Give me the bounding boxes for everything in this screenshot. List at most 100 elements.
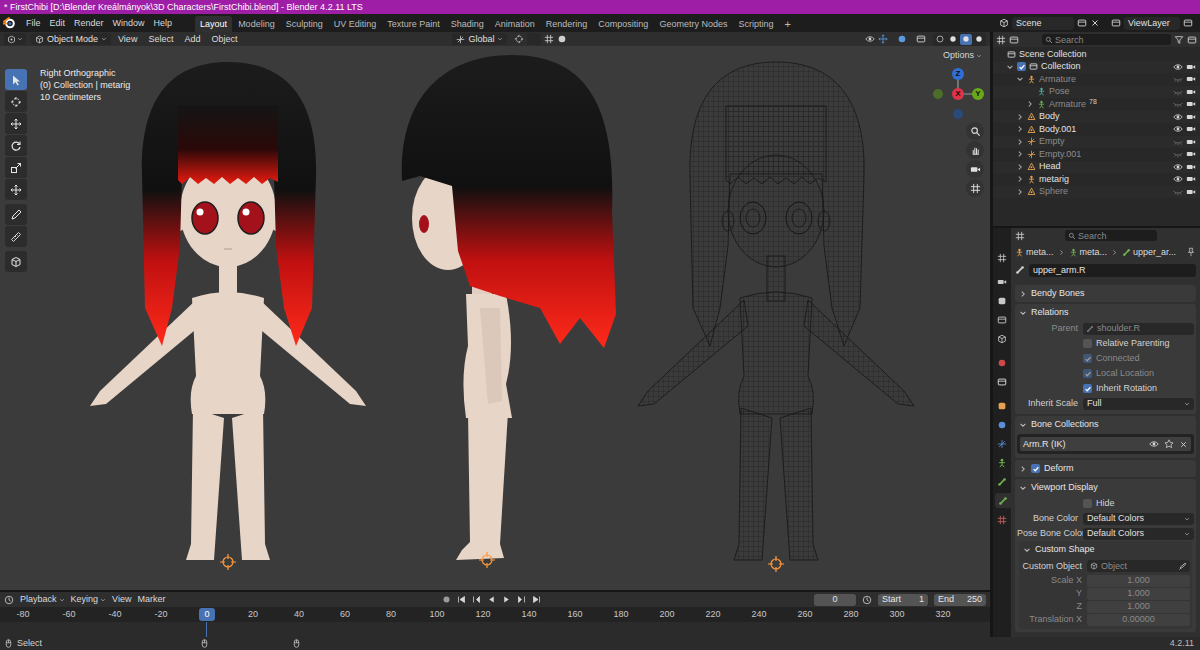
add-workspace-button[interactable]: + — [779, 16, 795, 32]
camera-icon[interactable] — [1186, 99, 1196, 109]
tool-button[interactable] — [5, 179, 27, 200]
properties-tab[interactable] — [994, 331, 1010, 346]
viewport[interactable]: Object ModeViewSelectAddObjectGlobal — [0, 32, 990, 590]
properties-tab[interactable] — [994, 512, 1010, 527]
navigation-button[interactable] — [966, 179, 984, 197]
eye-icon[interactable] — [1173, 174, 1183, 184]
properties-tab[interactable] — [994, 312, 1010, 327]
checkbox-field[interactable]: Hide — [1083, 499, 1115, 508]
viewport-menu[interactable]: Select — [144, 35, 177, 44]
eye-closed-icon[interactable] — [1173, 74, 1183, 84]
tool-button[interactable] — [5, 135, 27, 156]
collapse-arrow-icon[interactable] — [1006, 63, 1014, 71]
tool-button[interactable] — [5, 91, 27, 112]
gizmo-axis[interactable]: Y — [972, 88, 984, 100]
clock-icon[interactable] — [4, 595, 14, 605]
overlay-icon[interactable] — [897, 34, 907, 44]
navigation-button[interactable] — [966, 122, 984, 140]
checkbox-field[interactable]: Relative Parenting — [1083, 339, 1170, 348]
transport-icon[interactable] — [472, 595, 481, 604]
viewport-canvas[interactable]: Right Orthographic(0) Collection | metar… — [0, 46, 990, 590]
eye-icon[interactable] — [1173, 112, 1183, 122]
workspace-tab[interactable]: Geometry Nodes — [654, 16, 732, 32]
outliner-row[interactable]: Armature78 — [993, 98, 1200, 111]
outliner-row[interactable]: Scene Collection — [993, 48, 1200, 61]
transport-icon[interactable] — [532, 595, 541, 604]
timeline-menu[interactable]: View — [112, 595, 131, 604]
panel-header[interactable]: Bone Collections — [1015, 416, 1196, 433]
menu-item[interactable]: Edit — [46, 16, 70, 31]
menu-item[interactable]: Window — [109, 16, 149, 31]
eye-icon[interactable] — [1173, 62, 1183, 72]
camera-icon[interactable] — [1186, 124, 1196, 134]
dropdown[interactable]: Default Colors — [1083, 513, 1194, 525]
panel-header[interactable]: Deform — [1015, 460, 1196, 477]
navigation-gizmo[interactable]: ZXY — [933, 66, 983, 122]
tool-button[interactable] — [5, 204, 27, 225]
tool-button[interactable] — [5, 251, 27, 272]
gizmo-axis[interactable]: X — [952, 88, 964, 100]
collapse-arrow-icon[interactable] — [1019, 484, 1027, 492]
blender-logo-icon[interactable] — [3, 16, 17, 30]
breadcrumb-item[interactable]: upper_ar... — [1133, 248, 1176, 257]
eye-closed-icon[interactable] — [1173, 99, 1183, 109]
timeline-menu[interactable]: Keying — [71, 595, 107, 604]
checkbox[interactable] — [1083, 499, 1092, 508]
clock-icon[interactable] — [862, 595, 872, 605]
camera-icon[interactable] — [1186, 187, 1196, 197]
filter-icon[interactable] — [1174, 35, 1184, 45]
properties-tab[interactable] — [994, 293, 1010, 308]
search-field[interactable] — [1042, 34, 1171, 45]
properties-tab[interactable] — [994, 436, 1010, 451]
workspace-tab[interactable]: Rendering — [541, 16, 593, 32]
bone-collection-item[interactable]: Arm.R (IK) — [1020, 437, 1191, 451]
navigation-button[interactable] — [966, 141, 984, 159]
timeline-menu[interactable]: Marker — [137, 595, 165, 604]
object-field[interactable]: Object — [1087, 560, 1190, 572]
workspace-tab[interactable]: Compositing — [593, 16, 653, 32]
outliner-row[interactable]: Sphere — [993, 186, 1200, 199]
end-frame-field[interactable]: End250 — [934, 594, 986, 606]
camera-icon[interactable] — [1186, 112, 1196, 122]
camera-icon[interactable] — [1186, 162, 1196, 172]
outliner-row[interactable]: Pose — [993, 86, 1200, 99]
outliner-row[interactable]: Head — [993, 161, 1200, 174]
expand-arrow-icon[interactable] — [1016, 150, 1024, 158]
workspace-tab[interactable]: Texture Paint — [382, 16, 445, 32]
collapse-arrow-icon[interactable] — [1016, 75, 1024, 83]
expand-arrow-icon[interactable] — [1019, 290, 1027, 298]
current-frame-field[interactable]: 0 — [814, 594, 856, 606]
playhead[interactable]: 0 — [199, 608, 214, 621]
outliner-icon[interactable] — [996, 35, 1006, 45]
workspace-tab[interactable]: Modeling — [233, 16, 280, 32]
collapse-arrow-icon[interactable] — [1023, 546, 1031, 554]
properties-tab[interactable] — [994, 398, 1010, 413]
search-input[interactable] — [1055, 35, 1168, 45]
breadcrumb-item[interactable]: meta... — [1080, 248, 1108, 257]
eye-icon[interactable] — [1173, 124, 1183, 134]
options-label[interactable]: Options — [943, 51, 974, 60]
panel-header[interactable]: Viewport Display — [1015, 479, 1196, 496]
outliner-row[interactable]: Collection — [993, 61, 1200, 74]
outliner-row[interactable]: Body.001 — [993, 123, 1200, 136]
record-icon[interactable] — [442, 595, 451, 604]
timeline-menu[interactable]: Playback — [20, 595, 65, 604]
panel-header[interactable]: Relations — [1015, 304, 1196, 321]
proportional-icon[interactable] — [557, 34, 567, 44]
checkbox[interactable] — [1083, 384, 1092, 393]
expand-arrow-icon[interactable] — [1016, 163, 1024, 171]
properties-tab[interactable] — [994, 250, 1010, 265]
eye-icon[interactable] — [1173, 162, 1183, 172]
pivot-icon[interactable] — [514, 34, 524, 44]
mode-dropdown[interactable]: Object Mode — [31, 33, 111, 45]
expand-arrow-icon[interactable] — [1016, 113, 1024, 121]
properties-tab[interactable] — [994, 417, 1010, 432]
tool-button[interactable] — [5, 226, 27, 247]
tool-button[interactable] — [5, 69, 27, 90]
view-layer-name[interactable]: ViewLayer — [1128, 19, 1170, 28]
shading-button[interactable] — [934, 34, 946, 45]
outliner-row[interactable]: metarig — [993, 173, 1200, 186]
xray-icon[interactable] — [916, 34, 926, 44]
properties-tab[interactable] — [994, 355, 1010, 370]
tool-button[interactable] — [5, 113, 27, 134]
